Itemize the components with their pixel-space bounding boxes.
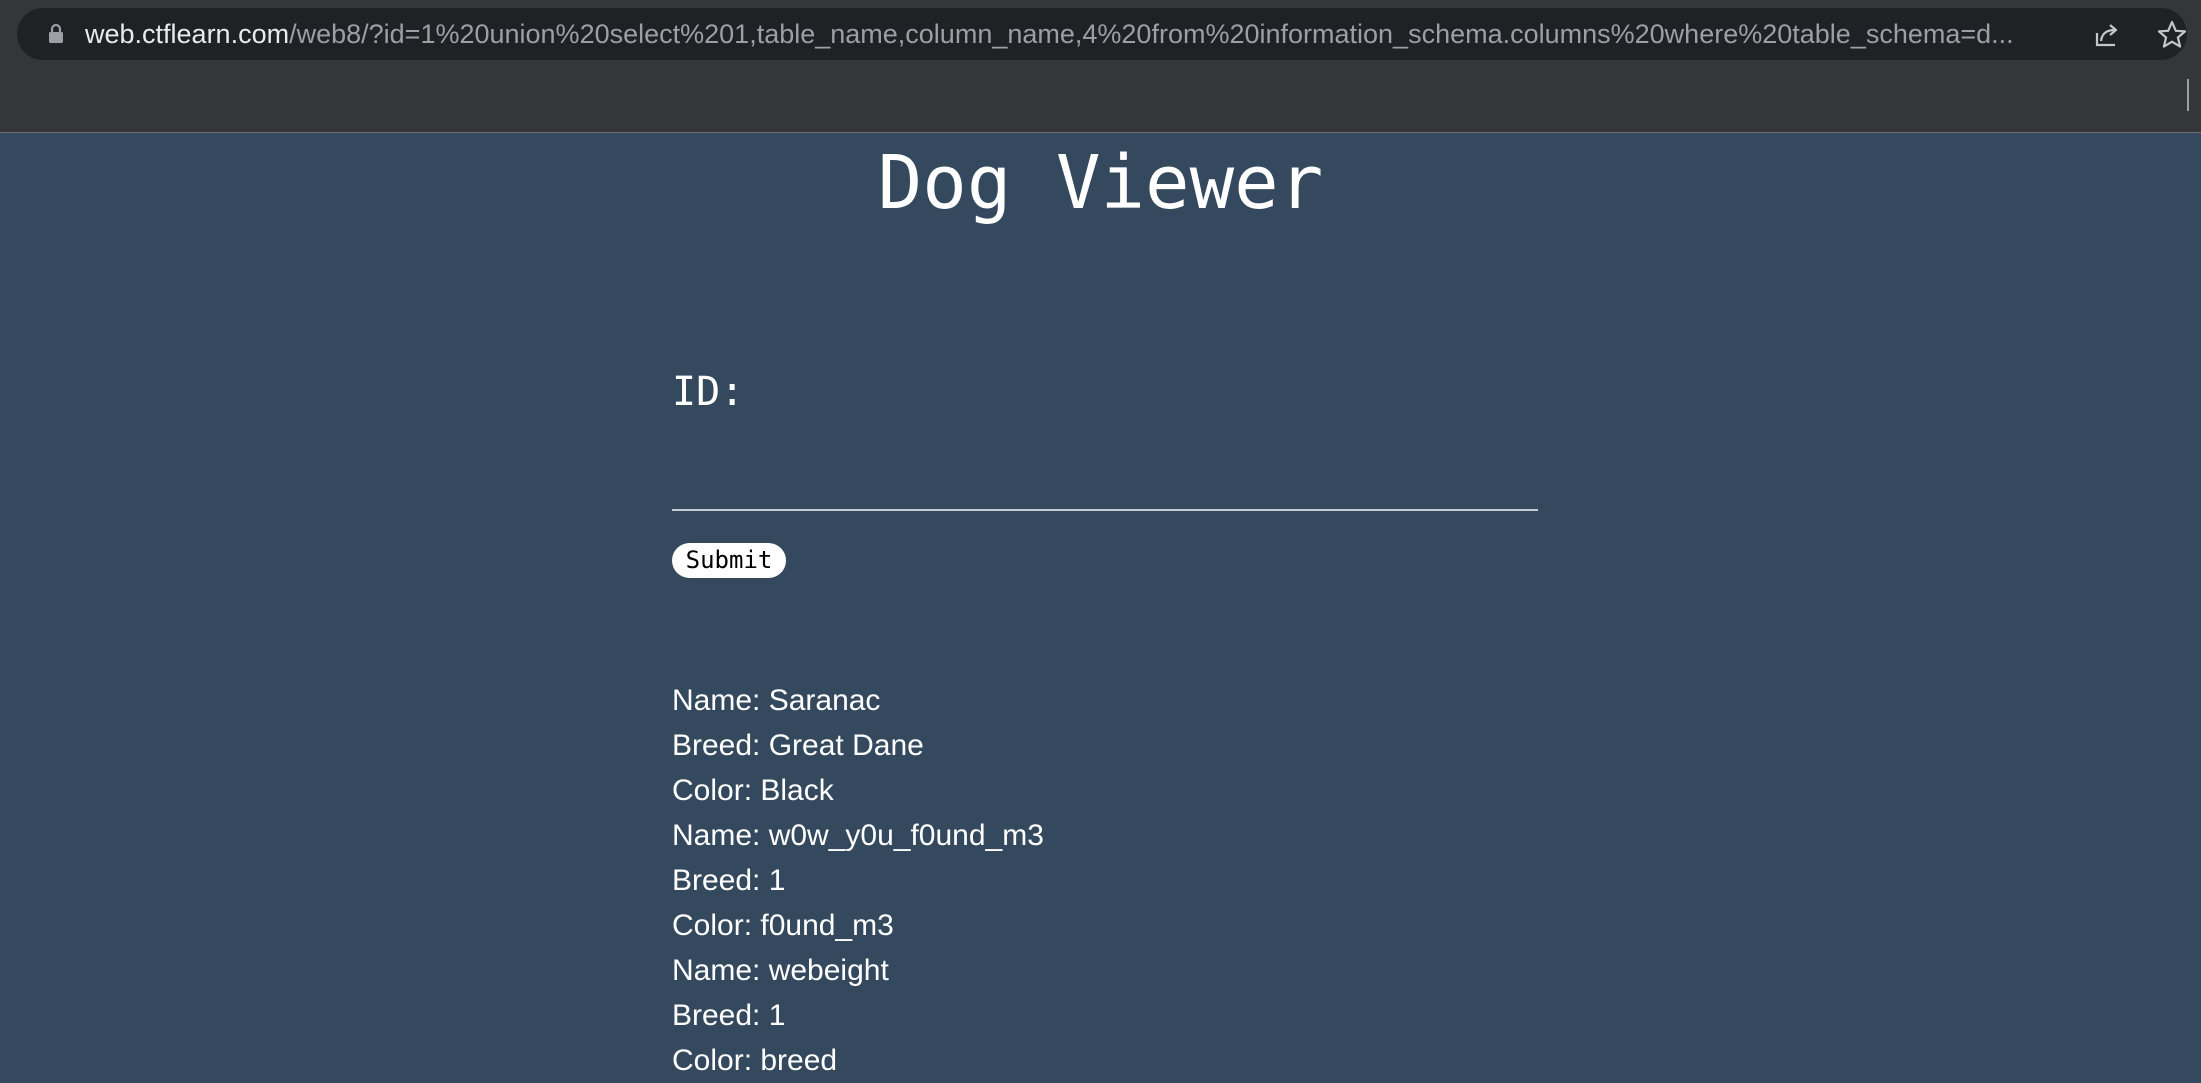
url-path: /web8/?id=1%20union%20select%201,table_n…	[289, 19, 2014, 49]
results-list: Name: Saranac Breed: Great Dane Color: B…	[672, 678, 1872, 1083]
id-label: ID:	[672, 369, 745, 415]
address-bar[interactable]: web.ctflearn.com/web8/?id=1%20union%20se…	[17, 8, 2187, 60]
url-text[interactable]: web.ctflearn.com/web8/?id=1%20union%20se…	[85, 8, 2075, 60]
browser-chrome: web.ctflearn.com/web8/?id=1%20union%20se…	[0, 0, 2201, 133]
share-icon[interactable]	[2091, 19, 2123, 51]
lock-icon[interactable]	[44, 22, 68, 46]
result-line: Name: Saranac	[672, 684, 881, 717]
result-line: Name: webeight	[672, 954, 889, 987]
star-icon[interactable]	[2156, 19, 2188, 51]
result-line: Breed: Great Dane	[672, 729, 924, 762]
page-title: Dog Viewer	[877, 140, 1324, 226]
result-line: Color: breed	[672, 1044, 838, 1077]
result-line: Name: w0w_y0u_f0und_m3	[672, 819, 1044, 852]
id-input[interactable]	[672, 451, 1538, 511]
result-line: Breed: 1	[672, 999, 786, 1032]
result-line: Color: Black	[672, 774, 834, 807]
page-content: Dog Viewer ID: Submit Name: Saranac Bree…	[0, 133, 2201, 1077]
result-line: Breed: 1	[672, 864, 786, 897]
submit-button[interactable]: Submit	[672, 543, 786, 578]
url-domain: web.ctflearn.com	[85, 19, 290, 49]
result-line: Color: f0und_m3	[672, 909, 894, 942]
toolbar-divider	[2187, 79, 2189, 111]
